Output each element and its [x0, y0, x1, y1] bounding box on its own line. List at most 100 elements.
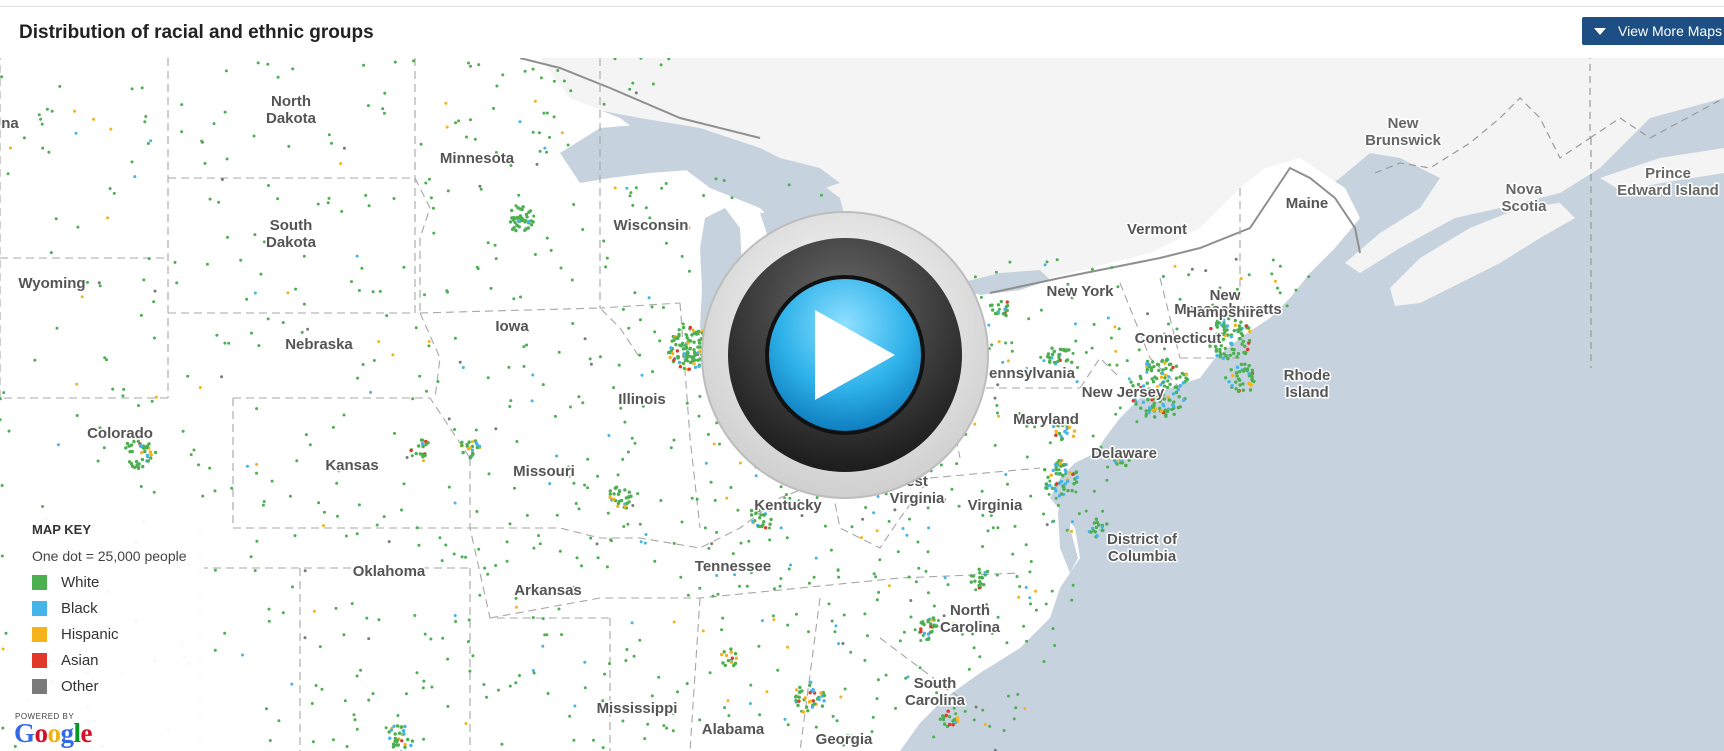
population-dot [1010, 341, 1014, 345]
population-dot [1233, 323, 1238, 327]
population-dot [1095, 520, 1100, 524]
population-dot [230, 486, 234, 490]
population-dot [532, 214, 536, 218]
population-dot [446, 657, 450, 661]
population-dot [399, 725, 403, 729]
view-more-maps-button[interactable]: View More Maps [1582, 17, 1724, 45]
population-dot [369, 390, 373, 394]
population-dot [1051, 627, 1055, 631]
population-dot [1167, 375, 1171, 379]
population-dot [995, 411, 999, 415]
google-logo-letter: l [73, 718, 82, 748]
population-dot [625, 186, 629, 190]
population-dot [1177, 395, 1181, 399]
population-dot [1270, 272, 1274, 276]
population-dot [614, 485, 619, 489]
population-dot [863, 658, 867, 662]
population-dot [418, 374, 422, 378]
population-dot [508, 522, 512, 526]
legend-swatch-black [32, 600, 47, 616]
google-logo-letter: e [80, 718, 93, 748]
population-dot [73, 109, 76, 113]
population-dot [4, 631, 8, 635]
population-dot [1163, 361, 1167, 365]
population-dot [1066, 488, 1070, 493]
population-dot [531, 616, 535, 620]
label-mississippi: Mississippi [597, 700, 678, 717]
population-dot [1005, 304, 1010, 308]
population-dot [1095, 534, 1099, 538]
population-dot [212, 122, 216, 126]
population-dot [674, 342, 678, 347]
population-dot [643, 737, 647, 741]
population-dot [1239, 320, 1243, 324]
population-dot [1042, 359, 1046, 363]
population-dot [1064, 349, 1068, 353]
population-dot [227, 341, 231, 345]
population-dot [573, 704, 577, 708]
population-dot [1234, 387, 1238, 391]
population-dot [800, 514, 804, 518]
population-dot [692, 362, 696, 366]
population-dot [623, 488, 627, 492]
play-video-button[interactable] [700, 210, 990, 500]
label-north-dakota-line-2: Dakota [266, 110, 317, 127]
population-dot [574, 502, 578, 505]
population-dot [144, 115, 148, 118]
population-dot [577, 395, 581, 399]
population-dot [149, 453, 153, 457]
label-district-of-columbia-line-1: District of [1107, 531, 1178, 548]
population-dot [76, 225, 80, 229]
population-dot [1074, 470, 1079, 474]
population-dot [1151, 360, 1155, 364]
population-dot [811, 689, 815, 693]
label-district-of-columbia-line-2: Columbia [1108, 548, 1177, 565]
population-dot [45, 107, 49, 111]
population-dot [485, 695, 488, 699]
population-dot [734, 656, 738, 660]
population-dot [1155, 376, 1159, 381]
population-dot [1062, 463, 1066, 467]
google-logo[interactable]: Google [14, 718, 93, 749]
population-dot [302, 302, 306, 306]
population-dot [290, 682, 294, 686]
population-dot [400, 739, 404, 743]
population-dot [748, 702, 752, 705]
population-dot [1165, 385, 1170, 390]
population-dot [153, 289, 157, 293]
population-dot [1058, 472, 1062, 476]
population-dot [626, 522, 630, 526]
population-dot [872, 572, 876, 576]
population-dot [40, 122, 44, 126]
population-dot [359, 668, 363, 672]
label-south-carolina-line-1: South [914, 675, 957, 692]
google-logo-letter: o [47, 718, 62, 748]
population-dot [714, 177, 718, 181]
population-dot [22, 136, 26, 140]
population-dot [598, 355, 602, 359]
population-dot [447, 485, 451, 489]
population-dot [388, 736, 392, 740]
population-dot [1150, 377, 1154, 381]
population-dot [444, 101, 448, 105]
population-dot [414, 451, 418, 456]
population-dot [316, 202, 320, 206]
population-dot [1271, 258, 1275, 262]
population-dot [311, 740, 315, 744]
population-dot [814, 725, 818, 729]
population-dot [355, 727, 359, 731]
population-dot [627, 500, 631, 504]
population-dot [514, 228, 518, 233]
population-dot [1090, 346, 1094, 350]
population-dot [685, 336, 689, 340]
label-wisconsin: Wisconsin [614, 217, 689, 234]
population-dot [223, 110, 227, 114]
population-dot [974, 588, 978, 592]
population-dot [1278, 264, 1282, 268]
population-dot [708, 671, 712, 675]
population-dot [763, 526, 768, 530]
population-dot [1156, 363, 1161, 367]
population-dot [293, 534, 297, 538]
population-dot [1042, 660, 1046, 663]
population-dot [834, 624, 838, 628]
